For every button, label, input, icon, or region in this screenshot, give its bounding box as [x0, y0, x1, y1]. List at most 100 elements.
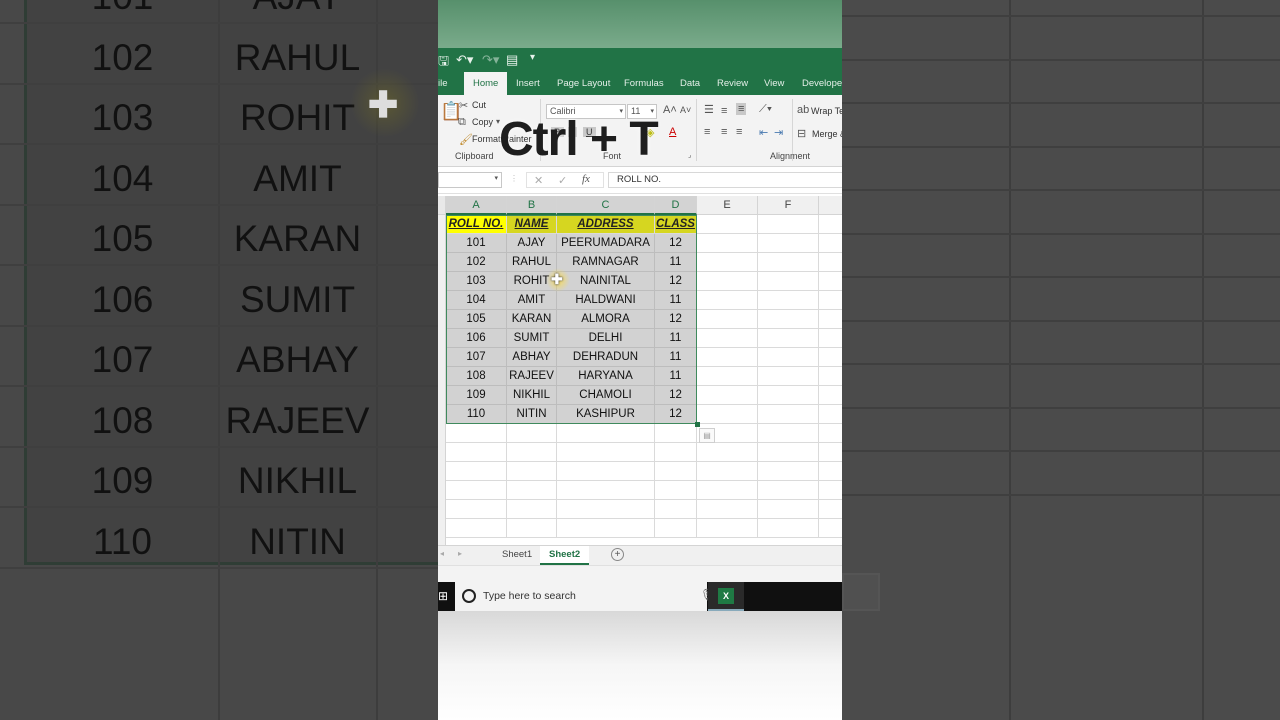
empty-cell[interactable]	[819, 500, 842, 519]
decrease-font-icon[interactable]: A˅	[680, 105, 691, 115]
cell-name[interactable]: NIKHIL	[507, 386, 557, 405]
cell-address[interactable]: NAINITAL	[557, 272, 655, 291]
empty-cell[interactable]	[697, 367, 758, 386]
cell-name[interactable]: KARAN	[507, 310, 557, 329]
align-middle-icon[interactable]: ≡	[721, 105, 727, 117]
cell-address[interactable]: HALDWANI	[557, 291, 655, 310]
empty-cell[interactable]	[697, 443, 758, 462]
cell-address[interactable]: HARYANA	[557, 367, 655, 386]
header-cell-address[interactable]: ADDRESS	[557, 215, 655, 234]
empty-cell[interactable]	[758, 500, 819, 519]
empty-cell[interactable]	[557, 462, 655, 481]
column-header-a[interactable]: A	[446, 196, 507, 215]
empty-cell[interactable]	[819, 462, 842, 481]
empty-cell[interactable]	[446, 443, 507, 462]
empty-cell[interactable]	[557, 481, 655, 500]
column-header-b[interactable]: B	[507, 196, 557, 215]
cell-class[interactable]: 11	[655, 329, 697, 348]
scroll-left-icon[interactable]: ◂	[440, 549, 444, 558]
cell-class[interactable]: 12	[655, 405, 697, 424]
empty-cell[interactable]	[697, 348, 758, 367]
wrap-text-button[interactable]: Wrap Te	[811, 106, 842, 116]
merge-button[interactable]: Merge &	[812, 129, 842, 139]
column-header-e[interactable]: E	[697, 196, 758, 215]
empty-cell[interactable]	[697, 462, 758, 481]
quick-analysis-icon[interactable]: ▤	[699, 428, 715, 443]
empty-cell[interactable]	[819, 367, 842, 386]
formula-input[interactable]: ROLL NO.	[608, 172, 842, 188]
empty-cell[interactable]	[758, 348, 819, 367]
empty-cell[interactable]	[819, 348, 842, 367]
column-header-d[interactable]: D	[655, 196, 697, 215]
empty-cell[interactable]	[655, 519, 697, 538]
cell-address[interactable]: ALMORA	[557, 310, 655, 329]
empty-cell[interactable]	[507, 500, 557, 519]
empty-cell[interactable]	[819, 329, 842, 348]
empty-cell[interactable]	[697, 215, 758, 234]
header-cell-name[interactable]: NAME	[507, 215, 557, 234]
cell-name[interactable]: ABHAY	[507, 348, 557, 367]
empty-cell[interactable]	[819, 310, 842, 329]
empty-cell[interactable]	[507, 424, 557, 443]
form-icon[interactable]: ▤	[506, 52, 518, 68]
orientation-icon[interactable]: ⟋▾	[759, 103, 772, 116]
tab-insert[interactable]: Insert	[516, 72, 540, 95]
header-cell-class[interactable]: CLASS	[655, 215, 697, 234]
tab-view[interactable]: View	[764, 72, 784, 95]
tab-home[interactable]: Home	[464, 72, 508, 95]
header-cell-roll-no[interactable]: ROLL NO.	[446, 215, 507, 234]
empty-cell[interactable]	[758, 329, 819, 348]
cell-class[interactable]: 12	[655, 272, 697, 291]
empty-cell[interactable]	[819, 253, 842, 272]
font-color-icon[interactable]: A	[669, 126, 676, 138]
empty-cell[interactable]	[697, 291, 758, 310]
empty-cell[interactable]	[507, 443, 557, 462]
empty-cell[interactable]	[819, 424, 842, 443]
cell-roll-no[interactable]: 102	[446, 253, 507, 272]
cell-class[interactable]: 12	[655, 310, 697, 329]
column-header-c[interactable]: C	[557, 196, 655, 215]
tab-review[interactable]: Review	[717, 72, 748, 95]
empty-cell[interactable]	[758, 386, 819, 405]
empty-cell[interactable]	[507, 462, 557, 481]
empty-cell[interactable]	[758, 234, 819, 253]
tab-file[interactable]: ile	[438, 72, 448, 95]
taskbar-search[interactable]: Type here to search 🎙	[455, 582, 715, 611]
align-left-icon[interactable]: ≡	[704, 126, 710, 138]
cell-class[interactable]: 11	[655, 348, 697, 367]
empty-cell[interactable]	[557, 519, 655, 538]
redo-icon[interactable]: ↷▾	[482, 52, 499, 68]
column-header-g[interactable]	[819, 196, 842, 215]
cell-roll-no[interactable]: 107	[446, 348, 507, 367]
empty-cell[interactable]	[446, 424, 507, 443]
empty-cell[interactable]	[655, 443, 697, 462]
empty-cell[interactable]	[697, 405, 758, 424]
empty-cell[interactable]	[819, 386, 842, 405]
empty-cell[interactable]	[446, 481, 507, 500]
empty-cell[interactable]	[697, 329, 758, 348]
cell-name[interactable]: RAHUL	[507, 253, 557, 272]
cell-roll-no[interactable]: 106	[446, 329, 507, 348]
empty-cell[interactable]	[758, 481, 819, 500]
empty-cell[interactable]	[655, 481, 697, 500]
cell-name[interactable]: NITIN	[507, 405, 557, 424]
empty-cell[interactable]	[819, 291, 842, 310]
empty-cell[interactable]	[697, 386, 758, 405]
cell-address[interactable]: DEHRADUN	[557, 348, 655, 367]
enter-icon[interactable]: ✓	[558, 174, 567, 187]
cell-name[interactable]: AMIT	[507, 291, 557, 310]
cell-address[interactable]: KASHIPUR	[557, 405, 655, 424]
sheet-tab-sheet2[interactable]: Sheet2	[540, 546, 590, 565]
windows-start-icon[interactable]: ⊞	[438, 589, 448, 603]
empty-cell[interactable]	[446, 519, 507, 538]
add-sheet-icon[interactable]: +	[611, 548, 624, 561]
empty-cell[interactable]	[819, 405, 842, 424]
empty-cell[interactable]	[819, 215, 842, 234]
empty-cell[interactable]	[758, 367, 819, 386]
empty-cell[interactable]	[819, 272, 842, 291]
cell-address[interactable]: RAMNAGAR	[557, 253, 655, 272]
empty-cell[interactable]	[758, 253, 819, 272]
empty-cell[interactable]	[655, 424, 697, 443]
cell-roll-no[interactable]: 103	[446, 272, 507, 291]
empty-cell[interactable]	[697, 253, 758, 272]
